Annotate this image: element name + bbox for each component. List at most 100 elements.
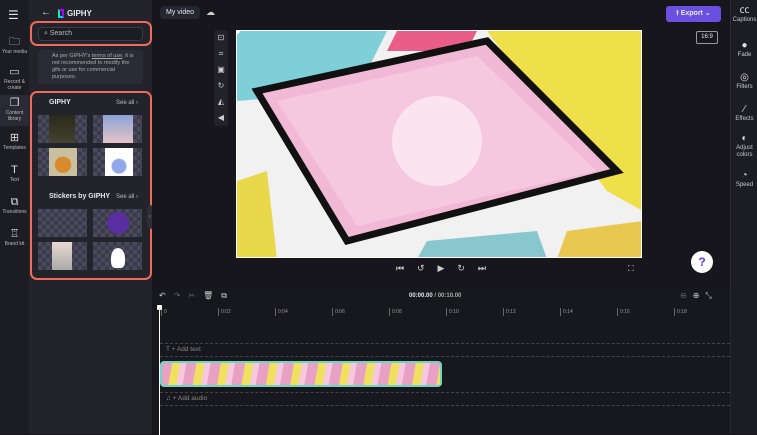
cloud-sync-icon[interactable]: ☁	[206, 7, 215, 18]
split-icon[interactable]: ✂	[188, 291, 195, 301]
rail-label: Content library	[5, 110, 24, 122]
templates-icon: ⊞	[9, 132, 20, 144]
terms-notice: As per GIPHY's terms of use, it is not r…	[38, 50, 143, 84]
delete-icon[interactable]: 🗑	[203, 291, 213, 301]
total-time: / 00:10.00	[434, 293, 462, 299]
audio-icon[interactable]: ◀	[214, 110, 228, 126]
export-label: Export	[680, 10, 703, 17]
ruler-tick: 0:12	[503, 308, 516, 316]
ruler-tick: 0:02	[218, 308, 231, 316]
undo-icon[interactable]: ↶	[159, 291, 166, 301]
terms-link[interactable]: terms of use	[92, 53, 122, 59]
adjust-colors-button[interactable]: ◐ Adjust colors	[731, 133, 757, 159]
ruler-tick: 0:10	[446, 308, 459, 316]
rail-record-create[interactable]: ▭ Record & create	[0, 66, 29, 91]
sticker-thumbnail[interactable]	[93, 242, 142, 270]
adjust-colors-icon: ◐	[741, 133, 748, 144]
video-clip[interactable]	[160, 361, 442, 387]
section-title: GIPHY	[49, 99, 71, 106]
fullscreen-icon[interactable]: ⛶	[628, 264, 634, 274]
gif-thumbnail[interactable]	[38, 115, 87, 143]
rail-your-media[interactable]: 🗀 Your media	[0, 36, 29, 55]
ruler-tick: 0:14	[560, 308, 573, 316]
video-preview[interactable]	[236, 30, 642, 258]
comic-frame-image	[237, 31, 641, 257]
timeline-toolbar: ↶ ↷ ✂ 🗑 ⧉	[159, 291, 227, 301]
aspect-ratio-button[interactable]: 16:9	[696, 31, 718, 44]
filters-button[interactable]: ◎ Filters	[731, 72, 757, 91]
zoom-controls: ⊖ ⊕ ⤡	[680, 291, 712, 301]
sticker-thumbnail[interactable]	[38, 242, 87, 270]
rotate-icon[interactable]: ↻	[214, 78, 228, 94]
rail-brand-kit[interactable]: ♖ Brand kit	[0, 228, 29, 247]
forward-5-icon[interactable]: ↻	[457, 263, 465, 274]
rail-label: Brand kit	[4, 241, 25, 247]
rail-label: Transitions	[2, 209, 27, 215]
rail-content-library[interactable]: ❐ Content library	[0, 95, 29, 126]
text-icon: T	[11, 164, 18, 176]
camera-icon: ▭	[9, 66, 20, 78]
giphy-panel: ← GIPHY ⌕ Search As per GIPHY's terms of…	[29, 0, 153, 434]
project-name[interactable]: My video	[160, 6, 201, 19]
export-button[interactable]: ⭱ Export ⌄	[666, 6, 721, 22]
zoom-in-icon[interactable]: ⊕	[693, 291, 700, 301]
crop-icon[interactable]: ⌗	[214, 46, 228, 62]
sticker-thumbnail[interactable]	[93, 209, 142, 237]
fit-icon[interactable]: ⊡	[214, 30, 228, 46]
fade-icon: ●	[741, 40, 748, 51]
rr-label: Speed	[735, 182, 754, 188]
pip-icon[interactable]: ▣	[214, 62, 228, 78]
gif-thumbnail[interactable]	[93, 148, 142, 176]
rr-label: Captions	[732, 17, 757, 23]
see-all-label: See all	[116, 194, 135, 200]
effects-button[interactable]: ⁄ Effects	[731, 104, 757, 123]
ruler-tick: 0:16	[617, 308, 630, 316]
rail-templates[interactable]: ⊞ Templates	[0, 132, 29, 151]
ruler-tick: 0:18	[674, 308, 687, 316]
rail-label: Record & create	[4, 79, 25, 91]
fit-timeline-icon[interactable]: ⤡	[705, 291, 711, 301]
speed-button[interactable]: ◔ Speed	[731, 170, 757, 189]
timeline: ↶ ↷ ✂ 🗑 ⧉ 00:00.00 / 00:10.00 ⊖ ⊕ ⤡ 0 0:02 0:04 0…	[152, 288, 730, 435]
see-all-giphy[interactable]: See all ›	[116, 100, 138, 106]
transitions-icon: ⧉	[10, 196, 19, 208]
help-button[interactable]: ?	[691, 251, 713, 273]
zoom-out-icon[interactable]: ⊖	[680, 291, 687, 301]
flip-icon[interactable]: ◭	[214, 94, 228, 110]
rewind-5-icon[interactable]: ↺	[417, 263, 425, 274]
rr-label: Adjust colors	[736, 145, 753, 158]
skip-back-icon[interactable]: ⏮	[396, 263, 404, 274]
ruler-tick: 0:04	[275, 308, 288, 316]
search-placeholder: Search	[49, 30, 73, 37]
captions-icon: ㏄	[739, 5, 750, 16]
rail-text[interactable]: T Text	[0, 164, 29, 183]
skip-forward-icon[interactable]: ⏭	[478, 263, 486, 274]
preview-toolbar: ⊡ ⌗ ▣ ↻ ◭ ◀	[214, 30, 228, 126]
redo-icon[interactable]: ↷	[174, 291, 181, 301]
left-rail: ☰ 🗀 Your media ▭ Record & create ❐ Content …	[0, 0, 29, 434]
effects-icon: ⁄	[743, 104, 746, 115]
speed-icon: ◔	[741, 170, 748, 181]
preview-area: My video ☁ ⭱ Export ⌄ 16:9 ⊡ ⌗ ▣ ↻ ◭ ◀ ⏮ ↺ ▶ ↻ ⏭ …	[152, 0, 730, 288]
menu-icon[interactable]: ☰	[8, 8, 19, 22]
time-display: 00:00.00 / 00:10.00	[409, 293, 461, 299]
section-title: Stickers by GIPHY	[49, 193, 111, 200]
captions-button[interactable]: ㏄ Captions	[731, 5, 757, 24]
search-input[interactable]: ⌕ Search	[38, 27, 143, 41]
divider	[160, 405, 730, 406]
gif-thumbnail[interactable]	[38, 148, 87, 176]
fade-button[interactable]: ● Fade	[731, 40, 757, 59]
add-audio-track[interactable]: ♫ + Add audio	[166, 395, 207, 402]
panel-title: GIPHY	[67, 9, 92, 18]
add-text-track[interactable]: T + Add text	[166, 346, 201, 353]
see-all-stickers[interactable]: See all ›	[116, 194, 138, 200]
rail-transitions[interactable]: ⧉ Transitions	[0, 196, 29, 215]
divider	[160, 343, 730, 344]
sticker-thumbnail[interactable]	[38, 209, 87, 237]
play-icon[interactable]: ▶	[438, 263, 445, 274]
gif-thumbnail[interactable]	[93, 115, 142, 143]
duplicate-icon[interactable]: ⧉	[221, 291, 227, 301]
back-arrow-icon[interactable]: ←	[41, 7, 51, 18]
add-text-label: + Add text	[171, 346, 201, 353]
music-icon: ♫	[166, 395, 173, 402]
